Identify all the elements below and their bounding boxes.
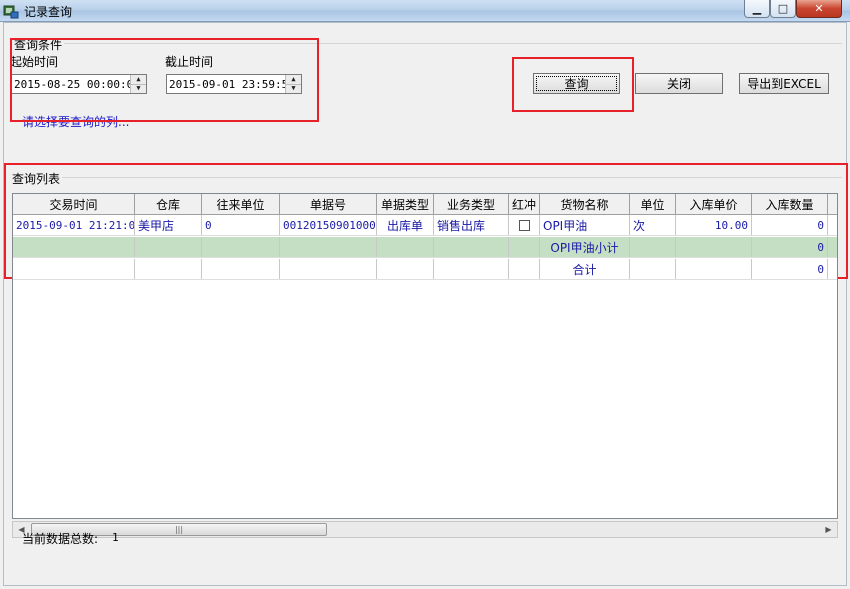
spin-up-icon[interactable]: ▲ <box>286 75 301 84</box>
minimize-icon: ▁ <box>752 2 762 15</box>
spin-up-icon[interactable]: ▲ <box>131 75 146 84</box>
cell-doc-no: 001201509010001 <box>280 215 377 235</box>
empty-cell <box>13 259 135 279</box>
empty-cell <box>280 237 377 257</box>
start-time-value: 2015-08-25 00:00:00 <box>14 77 130 91</box>
cell-price: 10.00 <box>676 215 752 235</box>
query-conditions-group: 查询条件 <box>10 36 842 161</box>
total-row[interactable]: 合计 0 <box>13 259 837 280</box>
result-list-group: 查询列表 <box>10 170 842 187</box>
spin-down-icon[interactable]: ▼ <box>286 83 301 93</box>
col-header[interactable]: 入库数量 <box>752 194 828 214</box>
horizontal-scrollbar[interactable]: ◀ ||| ▶ <box>12 521 838 538</box>
minimize-button[interactable]: ▁ <box>744 0 770 18</box>
scroll-right-icon[interactable]: ▶ <box>820 522 837 537</box>
cell-biz-type: 销售出库 <box>434 215 509 235</box>
title-bar[interactable]: 记录查询 ▁ □ ✕ <box>0 0 850 22</box>
col-header[interactable]: 入库单价 <box>676 194 752 214</box>
close-button[interactable]: 关闭 <box>635 73 723 94</box>
reversal-checkbox[interactable] <box>518 219 530 231</box>
subtotal-label: OPI甲油小计 <box>540 237 630 257</box>
empty-cell <box>630 259 676 279</box>
table-header: 交易时间 仓库 往来单位 单据号 单据类型 业务类型 红冲 货物名称 单位 入库… <box>13 194 837 215</box>
empty-cell <box>509 259 540 279</box>
empty-cell <box>280 259 377 279</box>
export-excel-button[interactable]: 导出到EXCEL <box>739 73 829 94</box>
cell-time: 2015-09-01 21:21:05 <box>13 215 135 235</box>
col-header[interactable]: 业务类型 <box>434 194 509 214</box>
end-time-value: 2015-09-01 23:59:59 <box>169 77 285 91</box>
cell-qty: 0 <box>752 215 828 235</box>
total-label: 合计 <box>540 259 630 279</box>
end-time-picker[interactable]: 2015-09-01 23:59:59 ▲ ▼ <box>166 74 302 94</box>
col-header[interactable]: 货物名称 <box>540 194 630 214</box>
empty-cell <box>676 237 752 257</box>
col-header[interactable]: 单据号 <box>280 194 377 214</box>
start-time-label: 起始时间 <box>10 55 59 69</box>
cell-doc-type: 出库单 <box>377 215 434 235</box>
end-time-spinner[interactable]: ▲ ▼ <box>285 75 301 93</box>
total-qty: 0 <box>752 259 828 279</box>
select-columns-hint[interactable]: 请选择要查询的列... <box>22 113 129 130</box>
col-header[interactable]: 仓库 <box>135 194 202 214</box>
empty-cell <box>676 259 752 279</box>
query-button[interactable]: 查询 <box>533 73 620 94</box>
close-icon: ✕ <box>814 2 824 15</box>
spin-down-icon[interactable]: ▼ <box>131 83 146 93</box>
start-time-spinner[interactable]: ▲ ▼ <box>130 75 146 93</box>
empty-cell <box>377 237 434 257</box>
window-content: 查询条件 起始时间 2015-08-25 00:00:00 ▲ ▼ 截止时间 2… <box>3 22 848 586</box>
cell-warehouse: 美甲店 <box>135 215 202 235</box>
empty-cell <box>434 237 509 257</box>
record-count-label: 当前数据总数: <box>22 532 99 546</box>
app-icon <box>3 3 19 19</box>
maximize-button[interactable]: □ <box>770 0 796 18</box>
maximize-icon: □ <box>777 2 789 15</box>
result-table[interactable]: 交易时间 仓库 往来单位 单据号 单据类型 业务类型 红冲 货物名称 单位 入库… <box>12 193 838 519</box>
empty-cell <box>202 237 280 257</box>
subtotal-row[interactable]: OPI甲油小计 0 <box>13 237 837 258</box>
close-window-button[interactable]: ✕ <box>796 0 842 18</box>
end-time-label: 截止时间 <box>165 55 214 69</box>
cell-reversal <box>509 215 540 235</box>
empty-cell <box>509 237 540 257</box>
empty-cell <box>13 237 135 257</box>
cell-goods: OPI甲油 <box>540 215 630 235</box>
empty-cell <box>135 259 202 279</box>
window-title: 记录查询 <box>24 5 73 19</box>
query-conditions-title: 查询条件 <box>12 36 65 53</box>
grip-icon: ||| <box>174 525 184 534</box>
empty-cell <box>377 259 434 279</box>
col-header[interactable]: 单位 <box>630 194 676 214</box>
col-header[interactable]: 单据类型 <box>377 194 434 214</box>
start-time-picker[interactable]: 2015-08-25 00:00:00 ▲ ▼ <box>11 74 147 94</box>
empty-cell <box>135 237 202 257</box>
subtotal-qty: 0 <box>752 237 828 257</box>
result-list-title: 查询列表 <box>10 170 63 187</box>
empty-cell <box>202 259 280 279</box>
cell-unit: 次 <box>630 215 676 235</box>
col-header[interactable]: 红冲 <box>509 194 540 214</box>
col-header[interactable]: 交易时间 <box>13 194 135 214</box>
cell-partner: 0 <box>202 215 280 235</box>
record-count-value: 1 <box>112 531 119 544</box>
col-header[interactable]: 往来单位 <box>202 194 280 214</box>
empty-cell <box>434 259 509 279</box>
empty-cell <box>630 237 676 257</box>
table-row[interactable]: 2015-09-01 21:21:05 美甲店 0 00120150901000… <box>13 215 837 236</box>
